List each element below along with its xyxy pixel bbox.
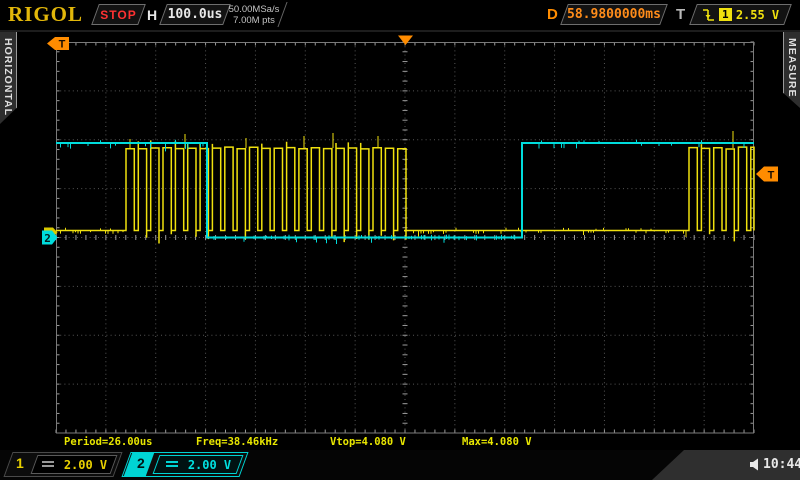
trigger-label: T: [676, 6, 685, 23]
trigger-level-marker[interactable]: T: [756, 167, 778, 182]
trigger-info[interactable]: 1 2.55 V: [689, 4, 792, 25]
brand-logo: RIGOL: [8, 2, 83, 27]
timebase-value: 100.0us: [164, 5, 226, 24]
run-state-indicator[interactable]: STOP: [91, 4, 146, 25]
delay-label: D: [547, 6, 558, 23]
svg-text:2: 2: [44, 232, 51, 245]
falling-edge-icon: [702, 8, 715, 22]
dc-coupling-icon: [41, 460, 56, 469]
trigger-level-value: 2.55 V: [736, 8, 779, 22]
speaker-icon: [749, 458, 761, 471]
acquisition-info: 50.00MSa/s 7.00M pts: [226, 4, 282, 26]
svg-text:T: T: [59, 39, 66, 51]
top-status-bar: RIGOL STOP H 100.0us 50.00MSa/s 7.00M pt…: [0, 0, 800, 32]
trigger-offscreen-marker[interactable]: T: [47, 37, 69, 51]
trigger-source-badge: 1: [719, 8, 732, 21]
channel2-number: 2: [137, 455, 145, 471]
channel2-scale-box: 2.00 V: [153, 455, 244, 474]
oscilloscope-screen: T T T 2 RIGOL STOP H 100.0us: [0, 0, 800, 480]
measurement-period: Period=26.00us: [64, 436, 153, 448]
channel1-scale-box: 2.00 V: [31, 455, 118, 474]
measurement-max: Max=4.080 V: [462, 436, 532, 448]
waveform-display: T T T 2: [0, 0, 800, 480]
channel1-number: 1: [16, 455, 24, 471]
clock-time: 10:44: [763, 457, 800, 472]
horizontal-label: H: [147, 7, 157, 23]
channel1-scale: 2.00 V: [64, 458, 107, 472]
sample-rate: 50.00MSa/s: [226, 4, 282, 15]
run-state-label: STOP: [96, 5, 141, 24]
bottom-status-bar: 1 2.00 V 2 2.00 V 10:44: [0, 450, 800, 480]
memory-depth: 7.00M pts: [226, 15, 282, 26]
measurement-vtop: Vtop=4.080 V: [330, 436, 406, 448]
delay-display[interactable]: 58.9800000ms: [560, 4, 668, 25]
svg-text:T: T: [768, 170, 775, 182]
trigger-position-marker[interactable]: [398, 36, 413, 46]
timebase-display[interactable]: 100.0us: [159, 4, 231, 25]
measurement-freq: Freq=38.46kHz: [196, 436, 278, 448]
clock-panel: 10:44: [648, 450, 800, 480]
dc-coupling-icon: [165, 460, 180, 469]
delay-value: 58.9800000ms: [565, 5, 663, 24]
channel2-scale: 2.00 V: [188, 458, 231, 472]
